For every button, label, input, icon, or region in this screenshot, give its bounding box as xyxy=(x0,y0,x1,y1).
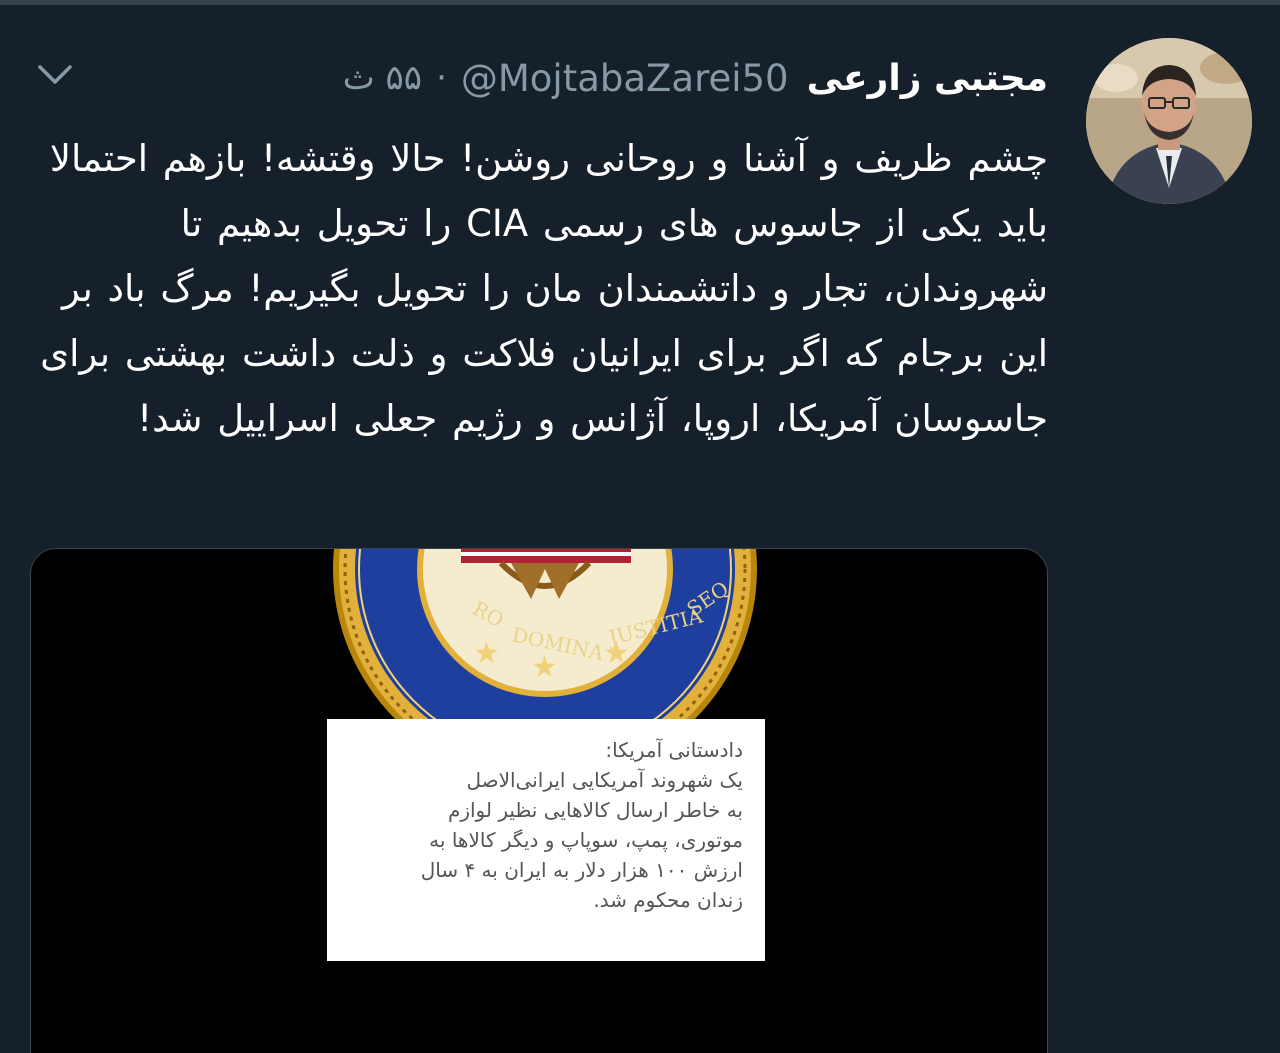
tweet-text: چشم ظریف و آشنا و روحانی روشن! حالا وقتش… xyxy=(40,137,1048,440)
avatar-photo xyxy=(1086,38,1252,204)
doj-seal-image: RO DOMINA JUSTITIA SEQ ★ ★ ★ xyxy=(333,549,757,729)
tweet-media[interactable]: RO DOMINA JUSTITIA SEQ ★ ★ ★ دادستانی آم… xyxy=(30,548,1048,1053)
svg-text:★: ★ xyxy=(531,650,558,685)
separator-dot: · xyxy=(436,58,447,98)
caption-line: یک شهروند آمریکایی ایرانی‌الاصل xyxy=(466,768,743,792)
news-caption-card: دادستانی آمریکا: یک شهروند آمریکایی ایرا… xyxy=(327,719,765,961)
caption-line: موتوری، پمپ، سوپاپ و دیگر کالاها به xyxy=(429,828,743,852)
svg-text:★: ★ xyxy=(603,636,630,671)
user-handle[interactable]: @MojtabaZarei50 xyxy=(461,57,789,100)
avatar[interactable] xyxy=(1086,38,1252,204)
display-name[interactable]: مجتبی زارعی xyxy=(807,58,1048,99)
tweet-header: مجتبی زارعی @MojtabaZarei50 · ۵۵ ث xyxy=(343,48,1048,108)
chevron-down-icon[interactable] xyxy=(30,50,80,100)
top-divider xyxy=(0,0,1280,5)
caption-line: به خاطر ارسال کالاهایی نظیر لوازم xyxy=(447,798,743,822)
svg-text:★: ★ xyxy=(473,636,500,671)
caption-title: دادستانی آمریکا: xyxy=(605,738,743,762)
caption-line: زندان محکوم شد. xyxy=(593,888,743,912)
caption-line: ارزش ۱۰۰ هزار دلار به ایران به ۴ سال xyxy=(420,858,743,882)
tweet-timestamp[interactable]: ۵۵ ث xyxy=(343,58,422,98)
